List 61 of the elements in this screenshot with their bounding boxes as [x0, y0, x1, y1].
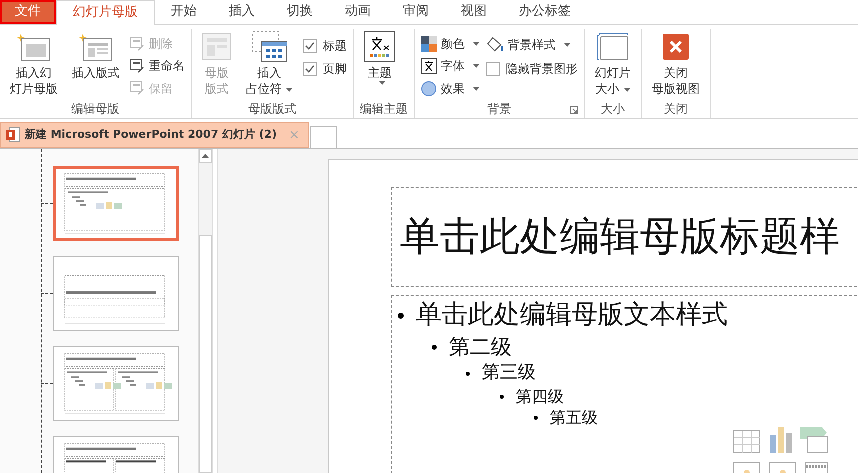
bullet-icon [398, 312, 404, 319]
ribbon-tab[interactable]: 开始 [155, 0, 213, 24]
ribbon-tab[interactable]: 办公标签 [503, 0, 587, 24]
ribbon-tab[interactable]: 插入 [213, 0, 271, 24]
up-arrow-icon [202, 154, 209, 158]
ribbon-button[interactable]: 幻灯片 大小 [591, 29, 635, 100]
ribbon-button[interactable]: 效果 [421, 78, 480, 100]
ribbon-button[interactable]: 背景样式 [486, 33, 578, 56]
document-tab[interactable]: 新建 Microsoft PowerPoint 2007 幻灯片 (2) × [0, 122, 309, 148]
dialog-launcher-icon[interactable] [570, 106, 578, 114]
ribbon-tab[interactable]: 幻灯片母版 [56, 0, 155, 25]
checkbox[interactable] [486, 62, 500, 76]
bullet-icon [534, 416, 538, 420]
layout-icon [202, 33, 232, 61]
ribbon-tab[interactable]: 审阅 [387, 0, 445, 24]
slide-title: 单击此处编辑母版标题样 [400, 213, 840, 262]
group-label: 背景 [488, 101, 512, 118]
ribbon-tab[interactable]: 视图 [445, 0, 503, 24]
checkbox-label: 页脚 [323, 60, 347, 78]
ribbon-button[interactable]: 插入版式 [68, 29, 124, 100]
close-icon [663, 34, 689, 60]
ribbon-button[interactable]: 插入 占位符 [242, 29, 297, 100]
ribbon-button[interactable]: 主题 [360, 29, 400, 100]
bullet-icon [466, 372, 470, 376]
placeholder-icon [252, 31, 288, 63]
ribbon-button[interactable]: 插入幻 灯片母版 [6, 29, 62, 100]
insert-layout-icon [79, 32, 113, 62]
ribbon-tab[interactable]: 动画 [329, 0, 387, 24]
body-text: 第三级 [482, 361, 536, 386]
body-text: 第四级 [516, 386, 564, 408]
body-text: 单击此处编辑母版文本样式 [416, 299, 728, 332]
group-label: 编辑主题 [360, 101, 408, 118]
ribbon-button[interactable]: 颜色 [421, 33, 480, 56]
scroll-up-button[interactable] [199, 149, 212, 163]
slide-size-icon [597, 32, 629, 62]
ribbon-tab[interactable]: 切换 [271, 0, 329, 24]
checkbox-label: 标题 [323, 38, 347, 54]
checkbox-label: 隐藏背景图形 [506, 60, 578, 78]
body-text: 第五级 [550, 407, 598, 429]
checkbox[interactable] [303, 38, 317, 52]
color-palette-icon [421, 36, 437, 52]
group-label: 编辑母版 [72, 101, 120, 118]
bullet-icon [500, 394, 504, 399]
ribbon-button[interactable]: 关闭 母版视图 [648, 29, 704, 100]
bullet-icon [432, 344, 437, 350]
presentation-file-icon [5, 127, 21, 143]
effects-icon [421, 80, 437, 97]
paint-bucket-icon [486, 36, 504, 52]
group-label: 关闭 [664, 101, 688, 118]
ribbon-button[interactable]: 字体 [421, 55, 480, 78]
document-title: 新建 Microsoft PowerPoint 2007 幻灯片 (2) [25, 126, 277, 143]
ribbon-button[interactable]: 重命名 [130, 55, 185, 78]
insert-master-icon [17, 32, 51, 62]
theme-icon [364, 31, 396, 63]
file-tab[interactable]: 文件 [0, 0, 56, 24]
group-label: 大小 [601, 101, 625, 118]
scrollbar-thumb[interactable] [199, 235, 212, 473]
checkbox[interactable] [303, 62, 317, 76]
font-icon [421, 58, 437, 74]
group-label: 母版版式 [248, 101, 296, 118]
body-text: 第二级 [449, 334, 512, 362]
